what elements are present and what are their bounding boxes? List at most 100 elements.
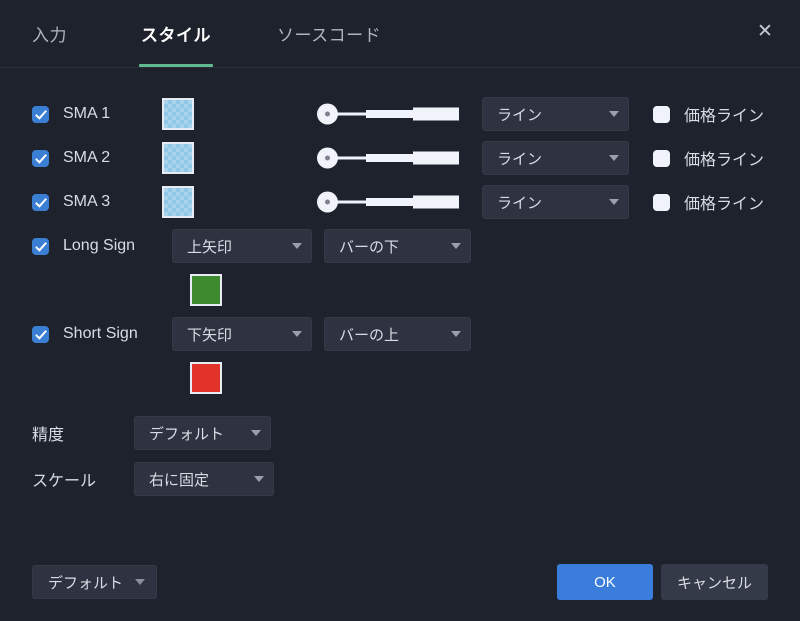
- sma-2-line-style-select[interactable]: ライン: [482, 141, 629, 175]
- sma-3-price-line-label: 価格ライン: [684, 196, 765, 213]
- sma-3-price-line-checkbox[interactable]: [653, 193, 670, 211]
- sma-1-color-cell: [162, 98, 317, 130]
- sma-2-linewidth-cell: [317, 142, 482, 174]
- chevron-down-icon: [451, 331, 461, 337]
- chevron-down-icon: [609, 199, 619, 205]
- long-sign-toggle-group: Long Sign: [32, 237, 172, 255]
- sma-1-line-style-select[interactable]: ライン: [482, 97, 629, 131]
- tab-inputs-label: 入力: [32, 26, 67, 45]
- sma-2-price-line-group: 価格ライン: [653, 146, 764, 170]
- sma-3-linewidth-cell: [317, 186, 482, 218]
- chevron-down-icon: [451, 243, 461, 249]
- sma-1-label: SMA 1: [63, 105, 111, 122]
- short-sign-position-value: バーの上: [339, 326, 400, 344]
- tab-bar: 入力 スタイル ソースコード: [32, 0, 399, 67]
- sma-1-line-width-picker[interactable]: [317, 98, 459, 130]
- ok-button-label: OK: [594, 573, 616, 591]
- long-sign-shape-value: 上矢印: [187, 238, 233, 256]
- short-sign-row: Short Sign 下矢印 バーの上: [32, 312, 768, 356]
- short-sign-shape-value: 下矢印: [187, 326, 233, 344]
- line-width-medium-icon: [366, 110, 414, 118]
- long-sign-checkbox[interactable]: [32, 237, 49, 255]
- sma-2-label: SMA 2: [63, 149, 111, 166]
- tab-style-label: スタイル: [141, 26, 211, 45]
- tab-source-code-label: ソースコード: [277, 26, 382, 45]
- short-sign-position-select[interactable]: バーの上: [324, 317, 471, 351]
- scale-label: スケール: [32, 473, 97, 490]
- defaults-menu-button[interactable]: デフォルト: [32, 565, 158, 599]
- sma-2-color-cell: [162, 142, 317, 174]
- chevron-down-icon: [254, 476, 264, 482]
- short-sign-color-row: [32, 356, 768, 400]
- line-width-thin-icon: [337, 156, 367, 160]
- sma-1-color-swatch[interactable]: [162, 98, 194, 130]
- short-sign-toggle-group: Short Sign: [32, 325, 172, 343]
- line-width-medium-icon: [366, 198, 414, 206]
- chevron-down-icon: [292, 243, 302, 249]
- long-sign-row: Long Sign 上矢印 バーの下: [32, 224, 768, 268]
- scale-row: スケール 右に固定: [32, 456, 768, 502]
- footer-actions: OK キャンセル: [556, 564, 768, 600]
- short-sign-checkbox[interactable]: [32, 325, 49, 343]
- sma-2-line-style-value: ライン: [497, 150, 543, 168]
- close-icon[interactable]: ✕: [750, 16, 780, 46]
- line-width-thin-icon: [337, 200, 367, 204]
- line-width-thick-icon: [413, 107, 459, 121]
- table-row: SMA 2 ライン 価格ライン: [32, 136, 768, 180]
- short-sign-color-swatch[interactable]: [190, 362, 222, 394]
- long-sign-position-value: バーの下: [339, 238, 400, 256]
- chevron-down-icon: [135, 579, 146, 585]
- long-sign-color-row: [32, 268, 768, 312]
- sma-2-color-swatch[interactable]: [162, 142, 194, 174]
- dialog-body: SMA 1 ライン 価格ライン SMA 2 ライン 価格ライン SMA 3 ライ…: [0, 68, 800, 543]
- sma-2-checkbox[interactable]: [32, 149, 49, 167]
- sma-3-price-line-group: 価格ライン: [653, 190, 764, 214]
- chevron-down-icon: [609, 155, 619, 161]
- sma-2-price-line-checkbox[interactable]: [653, 149, 670, 167]
- sma-1-checkbox[interactable]: [32, 105, 49, 123]
- short-sign-shape-select[interactable]: 下矢印: [172, 317, 312, 351]
- tab-source-code[interactable]: ソースコード: [259, 0, 399, 67]
- cancel-button-label: キャンセル: [676, 574, 752, 592]
- dialog-titlebar: 入力 スタイル ソースコード ✕: [0, 0, 800, 68]
- defaults-menu-label: デフォルト: [48, 574, 124, 592]
- sma-3-label: SMA 3: [63, 193, 111, 210]
- sma-1-linewidth-cell: [317, 98, 482, 130]
- line-width-thin-icon: [337, 112, 367, 116]
- style-settings-dialog: 入力 スタイル ソースコード ✕ SMA 1 ライン 価格ライン SMA 2 ラ…: [0, 0, 800, 621]
- tab-style[interactable]: スタイル: [123, 0, 229, 67]
- sma-3-line-width-picker[interactable]: [317, 186, 459, 218]
- chevron-down-icon: [292, 331, 302, 337]
- sma-3-line-style-select[interactable]: ライン: [482, 185, 629, 219]
- chevron-down-icon: [251, 430, 261, 436]
- scale-value: 右に固定: [149, 471, 210, 489]
- chevron-down-icon: [609, 111, 619, 117]
- long-sign-position-select[interactable]: バーの下: [324, 229, 471, 263]
- sma-2-toggle-group: SMA 2: [32, 149, 162, 167]
- line-width-knob-icon: [317, 103, 338, 125]
- scale-select[interactable]: 右に固定: [134, 462, 274, 496]
- table-row: SMA 3 ライン 価格ライン: [32, 180, 768, 224]
- sma-1-price-line-checkbox[interactable]: [653, 105, 670, 123]
- precision-select[interactable]: デフォルト: [134, 416, 271, 450]
- sma-2-price-line-label: 価格ライン: [684, 152, 765, 169]
- long-sign-shape-select[interactable]: 上矢印: [172, 229, 312, 263]
- sma-3-color-swatch[interactable]: [162, 186, 194, 218]
- ok-button[interactable]: OK: [556, 564, 653, 600]
- tab-inputs[interactable]: 入力: [32, 0, 93, 67]
- sma-3-checkbox[interactable]: [32, 193, 49, 211]
- line-width-thick-icon: [413, 195, 459, 209]
- line-width-knob-icon: [317, 191, 338, 213]
- cancel-button[interactable]: キャンセル: [660, 564, 768, 600]
- long-sign-color-swatch[interactable]: [190, 274, 222, 306]
- sma-3-line-style-value: ライン: [497, 194, 543, 212]
- dialog-footer: デフォルト OK キャンセル: [0, 543, 800, 621]
- table-row: SMA 1 ライン 価格ライン: [32, 92, 768, 136]
- short-sign-label: Short Sign: [63, 325, 138, 342]
- sma-3-toggle-group: SMA 3: [32, 193, 162, 211]
- sma-1-toggle-group: SMA 1: [32, 105, 162, 123]
- sma-2-line-width-picker[interactable]: [317, 142, 459, 174]
- sma-1-price-line-group: 価格ライン: [653, 102, 764, 126]
- long-sign-label: Long Sign: [63, 237, 136, 254]
